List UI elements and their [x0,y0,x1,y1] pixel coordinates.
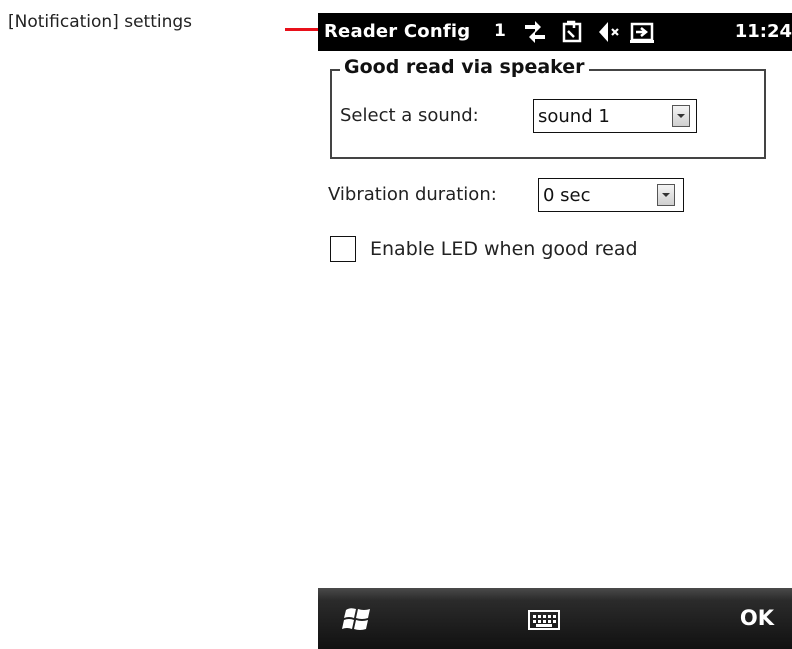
clock[interactable]: 11:24 [735,21,792,42]
chevron-down-icon[interactable] [657,184,675,206]
keyboard-icon[interactable] [528,610,560,630]
app-title[interactable]: Reader Config [324,21,470,42]
windows-start-icon[interactable] [340,604,378,636]
sound-dropdown-value: sound 1 [538,106,610,127]
signal-number: 1 [494,21,506,41]
chevron-down-icon[interactable] [672,105,690,127]
vibration-dropdown-value: 0 sec [543,185,591,206]
ok-button[interactable]: OK [740,606,774,630]
callout-label: [Notification] settings [8,12,193,32]
sound-dropdown[interactable]: sound 1 [533,99,697,133]
volume-muted-icon[interactable] [594,19,622,45]
status-bar: Reader Config 1 11:24 [318,13,792,51]
device-screen: Reader Config 1 11:24 Good read via spea… [318,13,792,649]
sync-icon[interactable] [558,19,586,45]
callout-line [285,28,321,31]
softkey-bar: OK [318,588,792,649]
vibration-dropdown[interactable]: 0 sec [538,178,684,212]
sound-label: Select a sound: [340,105,479,126]
enable-led-label[interactable]: Enable LED when good read [370,238,638,260]
vibration-label: Vibration duration: [328,184,497,205]
data-connection-icon[interactable] [521,19,549,45]
enable-led-checkbox[interactable] [330,236,356,262]
battery-charging-icon[interactable] [628,19,656,45]
speaker-group-title: Good read via speaker [340,56,589,78]
